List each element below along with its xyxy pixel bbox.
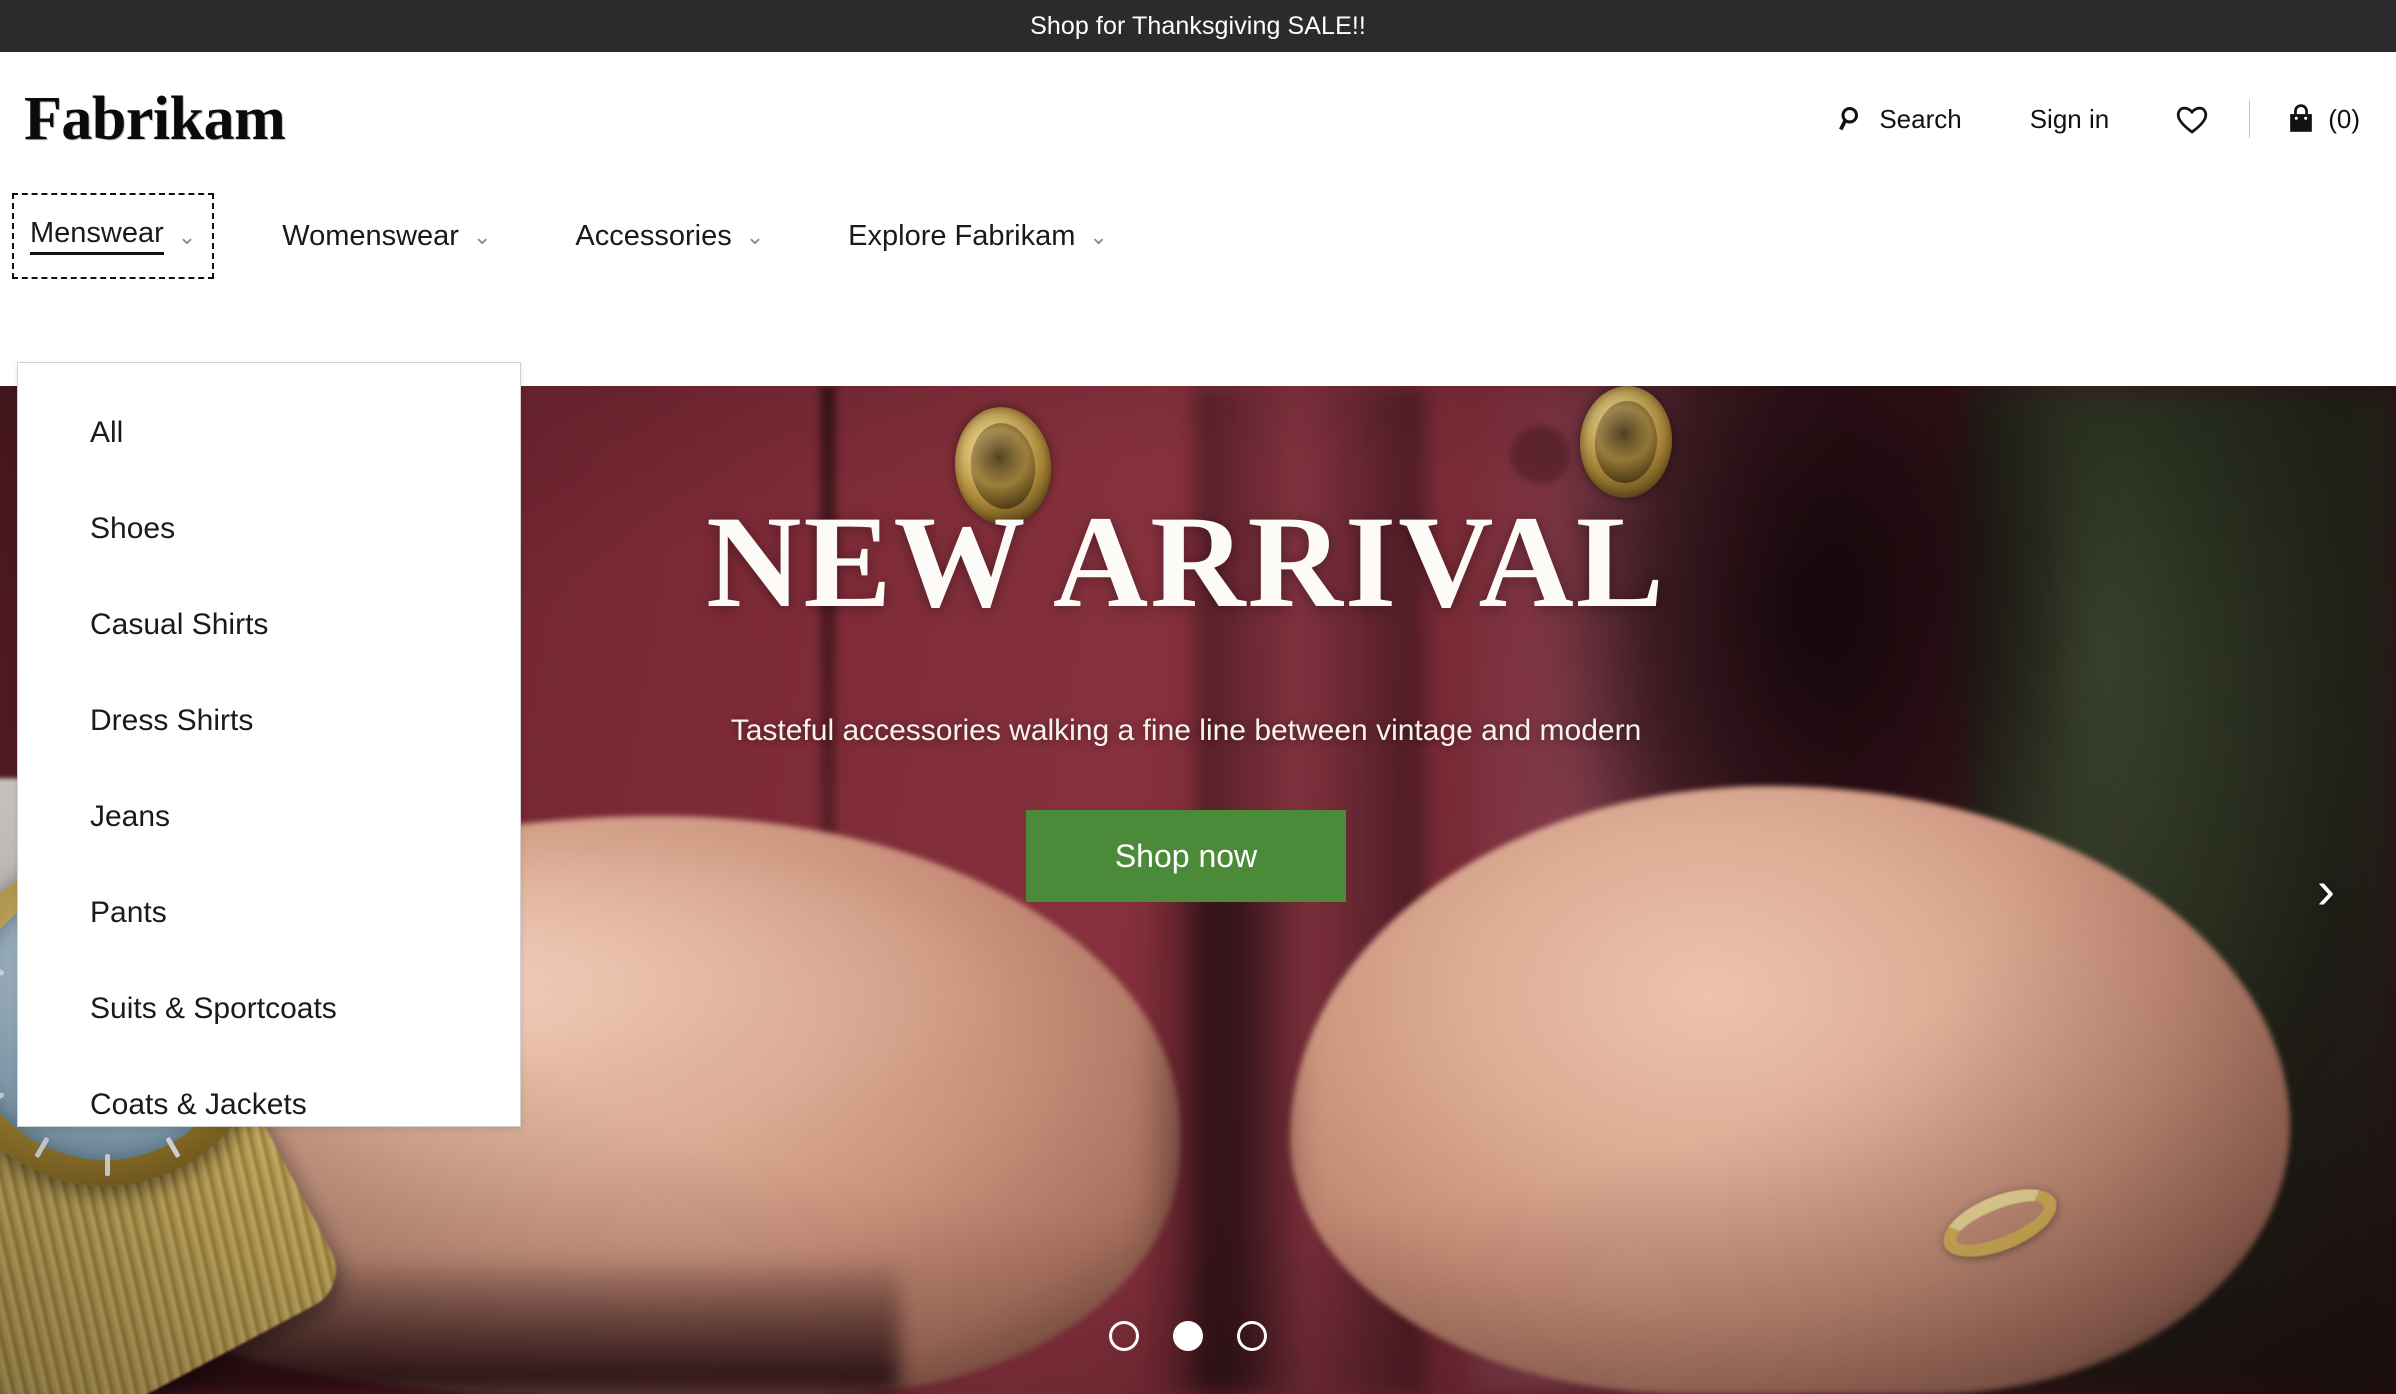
primary-nav: Menswear ⌄ Womenswear ⌄ Accessories ⌄ Ex… [0,186,2396,286]
cart-button[interactable]: (0) [2276,97,2370,141]
chevron-down-icon: ⌄ [745,224,765,249]
search-button[interactable]: Search [1827,98,1971,141]
carousel-dot-3[interactable] [1237,1321,1267,1351]
promo-banner-text: Shop for Thanksgiving SALE!! [1030,11,1366,40]
carousel-dots [0,1321,2386,1351]
nav-item-menswear[interactable]: Menswear ⌄ [11,193,215,279]
promo-banner: Shop for Thanksgiving SALE!! [0,0,2396,52]
dropdown-item-coats-jackets[interactable]: Coats & Jackets [18,1057,520,1153]
nav-item-explore-fabrikam[interactable]: Explore Fabrikam ⌄ [832,198,1124,275]
chevron-down-icon: ⌄ [472,224,492,249]
cart-count: (0) [2328,103,2360,134]
menswear-dropdown-panel: All Shoes Casual Shirts Dress Shirts Jea… [17,362,521,1127]
dropdown-item-jeans[interactable]: Jeans [18,769,520,865]
carousel-next-button[interactable]: › [2290,854,2362,926]
site-header: Fabrikam Search Sign in (0) [0,52,2396,186]
shop-now-button[interactable]: Shop now [1026,810,1346,902]
dropdown-item-dress-shirts[interactable]: Dress Shirts [18,673,520,769]
dropdown-item-pants[interactable]: Pants [18,865,520,961]
dropdown-item-shoes[interactable]: Shoes [18,481,520,577]
dropdown-item-all[interactable]: All [18,385,520,481]
carousel-dot-1[interactable] [1109,1321,1139,1351]
shopping-bag-icon [2286,103,2316,135]
sign-in-label: Sign in [2029,103,2110,134]
nav-item-womenswear[interactable]: Womenswear ⌄ [266,198,507,275]
nav-item-accessories[interactable]: Accessories ⌄ [559,198,780,275]
heart-icon [2175,103,2209,135]
nav-item-womenswear-label: Womenswear [282,219,459,252]
nav-item-menswear-label: Menswear [30,217,164,255]
chevron-down-icon: ⌄ [177,224,197,249]
nav-item-accessories-label: Accessories [575,219,732,252]
search-label: Search [1879,103,1962,134]
wishlist-button[interactable] [2165,97,2219,141]
sign-in-button[interactable]: Sign in [2020,98,2120,141]
chevron-down-icon: ⌄ [1089,224,1108,249]
dropdown-item-casual-shirts[interactable]: Casual Shirts [18,577,520,673]
search-icon [1837,104,1867,134]
brand-logo[interactable]: Fabrikam [24,88,286,150]
utility-divider [2249,100,2251,138]
utility-nav: Search Sign in (0) [1827,52,2370,186]
dropdown-item-suits-sportcoats[interactable]: Suits & Sportcoats [18,961,520,1057]
nav-item-explore-fabrikam-label: Explore Fabrikam [848,219,1076,252]
carousel-dot-2[interactable] [1173,1321,1203,1351]
